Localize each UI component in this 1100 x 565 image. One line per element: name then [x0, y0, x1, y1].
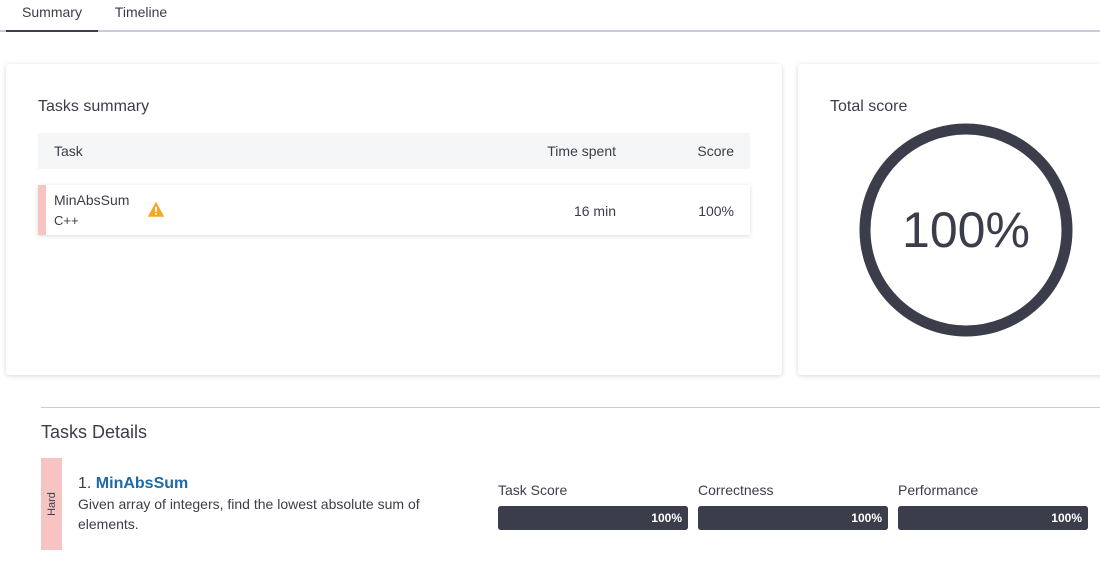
total-score-title: Total score [830, 98, 908, 115]
task-description: Given array of integers, find the lowest… [78, 496, 420, 532]
task-language: C++ [54, 213, 79, 228]
metric-label: Task Score [498, 482, 568, 498]
tasks-summary-card: Tasks summary Task Time spent Score MinA… [6, 64, 782, 375]
section-divider [41, 407, 1100, 408]
difficulty-indicator [38, 185, 46, 235]
header-score: Score [697, 143, 734, 159]
task-details-title: Tasks Details [41, 422, 148, 442]
metric-label: Correctness [698, 482, 774, 498]
task-heading: 1. MinAbsSum [78, 475, 188, 493]
task-link[interactable]: MinAbsSum [96, 475, 188, 492]
task-time-spent: 16 min [573, 203, 616, 219]
total-score-card: Total score 100% [798, 64, 1100, 375]
warning-icon[interactable] [148, 202, 164, 217]
tab-timeline[interactable]: Timeline [100, 0, 182, 30]
metric-bar: 100% [498, 506, 688, 530]
task-name: MinAbsSum [54, 192, 130, 208]
difficulty-label: Hard [45, 492, 58, 516]
header-time-spent: Time spent [547, 143, 616, 159]
metric-task-score: Task Score 100% [498, 482, 688, 530]
metric-label: Performance [898, 482, 979, 498]
tasks-summary-title: Tasks summary [38, 98, 150, 115]
header-task: Task [54, 143, 83, 159]
task-number: 1. [78, 475, 92, 492]
metric-value: 100% [1051, 511, 1082, 525]
metric-bar: 100% [898, 506, 1088, 530]
metric-value: 100% [651, 511, 682, 525]
task-score: 100% [698, 203, 734, 219]
metric-value: 100% [851, 511, 882, 525]
metric-performance: Performance 100% [898, 482, 1088, 530]
metric-bar: 100% [698, 506, 888, 530]
difficulty-badge: Hard [41, 458, 62, 550]
tab-summary[interactable]: Summary [6, 0, 98, 32]
table-row[interactable]: MinAbsSum C++ 16 min 100% [38, 185, 750, 235]
tasks-table-header: Task Time spent Score [38, 133, 750, 169]
tab-bar: Summary Timeline [0, 0, 1100, 32]
total-score-value: 100% [902, 202, 1030, 258]
metric-correctness: Correctness 100% [698, 482, 888, 530]
